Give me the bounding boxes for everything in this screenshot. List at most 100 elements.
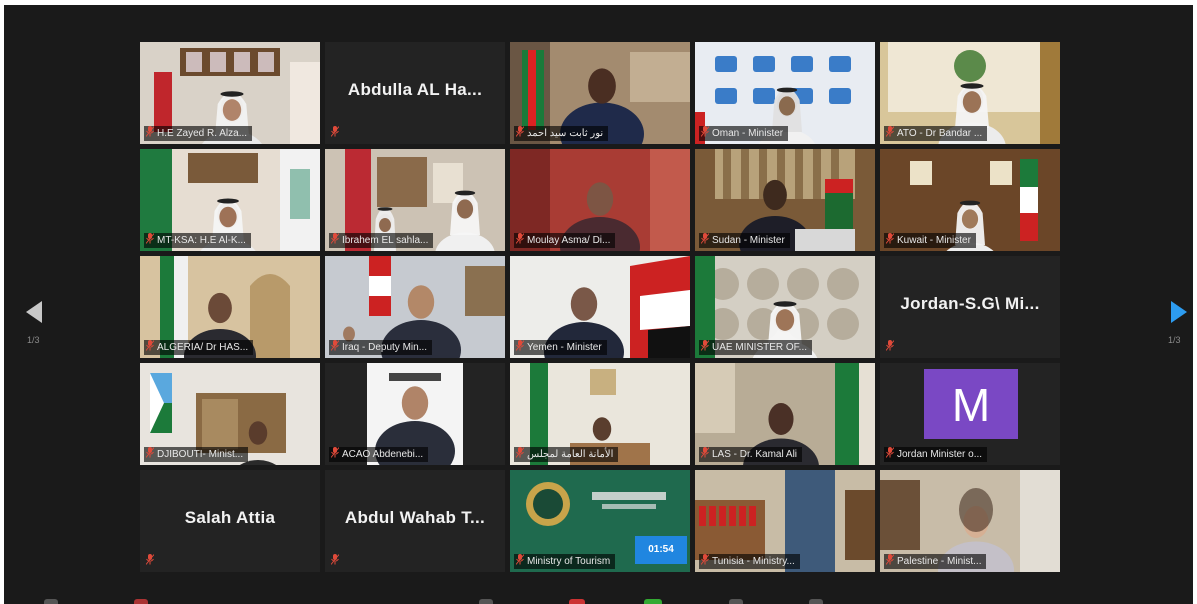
participant-name-label: LAS - Dr. Kamal Ali <box>699 447 803 462</box>
participant-display-name: Abdulla AL Ha... <box>347 80 483 99</box>
muted-mic-icon <box>146 233 154 248</box>
participant-name: Moulay Asma/ Di... <box>527 235 611 246</box>
participant-tile[interactable]: ATO - Dr Bandar ... <box>880 42 1060 144</box>
muted-mic-icon <box>331 233 339 248</box>
participant-name-label <box>329 126 344 141</box>
participant-name-label: H.E Zayed R. Alza... <box>144 126 253 141</box>
muted-mic-icon <box>701 340 709 355</box>
participant-name: Ibrahem EL sahla... <box>342 235 429 246</box>
participant-tile[interactable]: Palestine - Minist... <box>880 470 1060 572</box>
participant-name-label: Iraq - Deputy Min... <box>329 340 433 355</box>
participant-name-label: ACAO Abdenebi... <box>329 447 429 462</box>
participant-tile[interactable]: Tunisia - Ministry... <box>695 470 875 572</box>
participant-name-label: DJIBOUTI- Minist... <box>144 447 249 462</box>
participant-grid: H.E Zayed R. Alza... Abdulla AL Ha... نور … <box>140 42 1060 572</box>
participant-name-label: Oman - Minister <box>699 126 789 141</box>
participant-name-label: UAE MINISTER OF... <box>699 340 813 355</box>
participant-name: LAS - Dr. Kamal Ali <box>712 449 798 460</box>
muted-mic-icon <box>146 447 154 462</box>
participant-tile[interactable]: Jordan-S.G\ Mi... <box>880 256 1060 358</box>
muted-mic-icon <box>886 126 894 141</box>
participant-name-label: الأمانة العامة لمجلس <box>514 447 619 462</box>
muted-mic-icon <box>886 233 894 248</box>
participant-tile[interactable]: Abdulla AL Ha... <box>325 42 505 144</box>
participant-tile[interactable]: Salah Attia <box>140 470 320 572</box>
participant-name: DJIBOUTI- Minist... <box>157 449 244 460</box>
video-timer-badge: 01:54 <box>635 536 687 564</box>
participant-name: ACAO Abdenebi... <box>342 449 424 460</box>
muted-mic-icon <box>701 554 709 569</box>
page-indicator-left: 1/3 <box>27 335 40 345</box>
participant-name: Oman - Minister <box>712 128 784 139</box>
muted-mic-icon <box>146 126 154 141</box>
participant-name-label: Moulay Asma/ Di... <box>514 233 616 248</box>
muted-mic-icon <box>701 447 709 462</box>
participant-name: Iraq - Deputy Min... <box>342 342 428 353</box>
participant-name: Tunisia - Ministry... <box>712 556 795 567</box>
share-screen-icon[interactable] <box>644 599 662 604</box>
participant-tile[interactable]: Kuwait - Minister <box>880 149 1060 251</box>
participant-tile[interactable]: M Jordan Minister o... <box>880 363 1060 465</box>
participant-tile[interactable]: الأمانة العامة لمجلس <box>510 363 690 465</box>
participant-name-label <box>329 554 344 569</box>
next-page-arrow-icon[interactable] <box>1171 301 1187 323</box>
muted-mic-icon <box>701 126 709 141</box>
record-icon[interactable] <box>729 599 743 604</box>
participant-name-label: Sudan - Minister <box>699 233 790 248</box>
muted-mic-icon <box>516 126 524 141</box>
participant-tile[interactable]: Oman - Minister <box>695 42 875 144</box>
participant-name-label: Ministry of Tourism <box>514 554 616 569</box>
participant-tile[interactable]: 01:54 Ministry of Tourism <box>510 470 690 572</box>
participant-tile[interactable]: H.E Zayed R. Alza... <box>140 42 320 144</box>
muted-mic-icon <box>516 233 524 248</box>
participant-name: Ministry of Tourism <box>527 556 611 567</box>
participant-display-name: Salah Attia <box>184 508 276 527</box>
participant-name-label: Ibrahem EL sahla... <box>329 233 434 248</box>
participant-name: Yemen - Minister <box>527 342 602 353</box>
participant-tile[interactable]: LAS - Dr. Kamal Ali <box>695 363 875 465</box>
participant-tile[interactable]: Ibrahem EL sahla... <box>325 149 505 251</box>
participant-name: الأمانة العامة لمجلس <box>527 449 614 460</box>
participant-tile[interactable]: Yemen - Minister <box>510 256 690 358</box>
participant-tile[interactable]: MT-KSA: H.E Al-K... <box>140 149 320 251</box>
participant-name: Kuwait - Minister <box>897 235 971 246</box>
participant-name-label: Palestine - Minist... <box>884 554 987 569</box>
avatar: M <box>924 369 1018 439</box>
participant-tile[interactable]: DJIBOUTI- Minist... <box>140 363 320 465</box>
participant-name-label: Jordan Minister o... <box>884 447 988 462</box>
participant-name-label: MT-KSA: H.E Al-K... <box>144 233 251 248</box>
reactions-icon[interactable] <box>809 599 823 604</box>
participant-name-label: نور ثابت سيد احمد <box>514 126 609 141</box>
muted-mic-icon <box>516 340 524 355</box>
video-conference-window: H.E Zayed R. Alza... Abdulla AL Ha... نور … <box>4 5 1193 604</box>
participant-tile[interactable]: ALGERIA/ Dr HAS... <box>140 256 320 358</box>
muted-mic-icon <box>146 340 154 355</box>
muted-mic-icon <box>331 126 339 141</box>
participant-name-label: Yemen - Minister <box>514 340 607 355</box>
mute-icon[interactable] <box>44 599 58 604</box>
participant-name: MT-KSA: H.E Al-K... <box>157 235 246 246</box>
participant-name: Palestine - Minist... <box>897 556 982 567</box>
muted-mic-icon <box>146 554 154 569</box>
muted-mic-icon <box>331 340 339 355</box>
participant-name: ATO - Dr Bandar ... <box>897 128 983 139</box>
participant-tile[interactable]: Sudan - Minister <box>695 149 875 251</box>
participant-tile[interactable]: Moulay Asma/ Di... <box>510 149 690 251</box>
participant-name-label: Tunisia - Ministry... <box>699 554 800 569</box>
previous-page-arrow-icon[interactable] <box>26 301 42 323</box>
participant-tile[interactable]: UAE MINISTER OF... <box>695 256 875 358</box>
participant-tile[interactable]: Iraq - Deputy Min... <box>325 256 505 358</box>
muted-mic-icon <box>886 447 894 462</box>
participant-tile[interactable]: Abdul Wahab T... <box>325 470 505 572</box>
muted-mic-icon <box>331 447 339 462</box>
participant-name-label: ATO - Dr Bandar ... <box>884 126 988 141</box>
participants-icon[interactable] <box>569 599 585 604</box>
muted-mic-icon <box>886 554 894 569</box>
video-icon[interactable] <box>134 599 148 604</box>
muted-mic-icon <box>516 554 524 569</box>
participant-tile[interactable]: ACAO Abdenebi... <box>325 363 505 465</box>
participant-name-label <box>144 554 159 569</box>
participant-tile[interactable]: نور ثابت سيد احمد <box>510 42 690 144</box>
meeting-toolbar <box>4 592 1193 604</box>
security-icon[interactable] <box>479 599 493 604</box>
